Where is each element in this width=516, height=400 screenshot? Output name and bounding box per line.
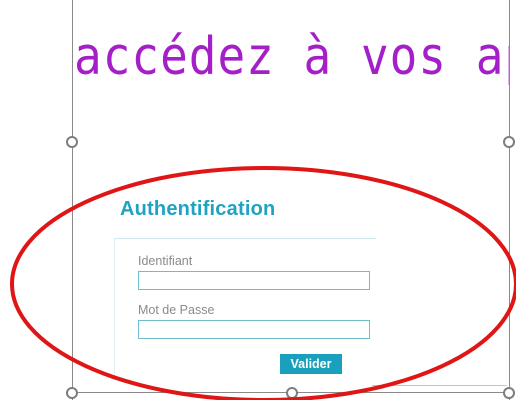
password-label: Mot de Passe: [138, 303, 215, 317]
panel-underline: [372, 385, 507, 386]
selection-frame-left-edge: [72, 0, 73, 400]
identifier-input[interactable]: [138, 271, 370, 290]
password-input[interactable]: [138, 320, 370, 339]
selection-frame-right-edge: [509, 0, 510, 400]
resize-handle-bottom-middle[interactable]: [286, 387, 298, 399]
auth-title: Authentification: [120, 198, 276, 220]
title-clip: accédez à vos applications: [70, 0, 510, 110]
validate-button[interactable]: Valider: [280, 354, 342, 374]
resize-handle-bottom-left[interactable]: [66, 387, 78, 399]
page-canvas: accédez à vos applications Authentificat…: [0, 0, 516, 400]
resize-handle-bottom-right[interactable]: [503, 387, 515, 399]
resize-handle-right-middle[interactable]: [503, 136, 515, 148]
resize-handle-left-middle[interactable]: [66, 136, 78, 148]
identifier-label: Identifiant: [138, 254, 193, 268]
page-title: accédez à vos applications: [74, 26, 510, 87]
